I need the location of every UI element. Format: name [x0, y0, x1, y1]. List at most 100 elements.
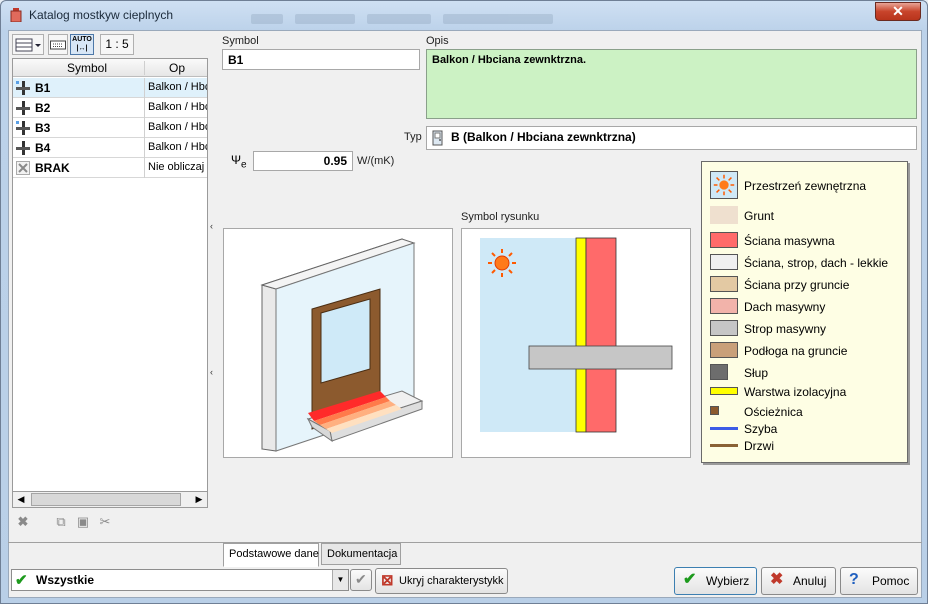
- psi-subscript: e: [241, 159, 247, 171]
- legend-swatch: [710, 387, 738, 395]
- title-bar: Katalog mostkyw cieplnych ✕: [1, 1, 927, 29]
- keyboard-button[interactable]: [48, 34, 68, 55]
- cut-icon[interactable]: ✂: [96, 513, 114, 531]
- row-symbol: B3: [35, 121, 51, 135]
- legend-label: Ościeżnica: [744, 405, 803, 419]
- column-header-symbol[interactable]: Symbol: [33, 61, 141, 75]
- legend-swatch: [710, 206, 738, 224]
- background-window-tabs: [251, 13, 681, 27]
- opis-field[interactable]: Balkon / Hbciana zewnktrzna.: [426, 49, 917, 119]
- filter-value: Wszystkie: [36, 573, 95, 587]
- legend-swatch: [710, 406, 719, 415]
- cancel-button[interactable]: ✖ Anuluj: [761, 567, 836, 595]
- typ-label: Typ: [404, 131, 422, 143]
- filter-combobox[interactable]: ✔ Wszystkie ▼: [11, 569, 349, 591]
- chevron-down-icon[interactable]: ▼: [332, 570, 348, 590]
- thermal-bridge-icon: [16, 101, 30, 115]
- row-description: Balkon / Hbc: [144, 138, 207, 158]
- thermal-bridge-icon: [16, 81, 30, 95]
- balcony-3d-illustration: [223, 228, 453, 458]
- tab-basic-data[interactable]: Podstawowe dane: [223, 543, 319, 567]
- typ-field[interactable]: B (Balkon / Hbciana zewnktrzna): [426, 126, 917, 150]
- column-header-opis[interactable]: Op: [144, 61, 207, 75]
- tab-documentation[interactable]: Dokumentacja: [321, 543, 401, 565]
- opis-label: Opis: [426, 35, 449, 47]
- row-description: Balkon / Hbc: [144, 98, 207, 118]
- symbol-field[interactable]: B1: [222, 49, 420, 70]
- scroll-right-icon[interactable]: ▶: [191, 492, 207, 507]
- legend-label: Przestrzeń zewnętrzna: [744, 179, 867, 193]
- select-label: Wybierz: [706, 574, 750, 588]
- tab-divider: [8, 542, 922, 543]
- select-button[interactable]: ✔ Wybierz: [674, 567, 757, 595]
- legend-label: Dach masywny: [744, 300, 826, 314]
- typ-value: B (Balkon / Hbciana zewnktrzna): [451, 130, 636, 144]
- paste-icon[interactable]: ▣: [74, 513, 92, 531]
- table-row[interactable]: B4 Balkon / Hbc: [13, 138, 207, 158]
- row-description: Nie obliczaj: [144, 158, 207, 178]
- balcony-3d-drawing: [260, 238, 424, 452]
- psi-unit: W/(mK): [357, 155, 395, 167]
- table-row[interactable]: B2 Balkon / Hbc: [13, 98, 207, 118]
- scroll-left-icon[interactable]: ◀: [13, 492, 29, 507]
- drawing-label: Symbol rysunku: [461, 211, 540, 223]
- table-row[interactable]: BRAK Nie obliczaj: [13, 158, 207, 178]
- collapse-left-icon[interactable]: ‹: [210, 221, 213, 231]
- auto-fit-button[interactable]: AUTO |↔|: [70, 34, 94, 55]
- window-title: Katalog mostkyw cieplnych: [29, 8, 174, 22]
- table-view-icon: [15, 38, 41, 52]
- row-symbol: B2: [35, 101, 51, 115]
- check-icon: ✔: [683, 571, 697, 588]
- hide-chart-icon: ⊠: [381, 572, 394, 589]
- symbol-label: Symbol: [222, 35, 259, 47]
- row-symbol: B1: [35, 81, 51, 95]
- scroll-thumb[interactable]: [31, 493, 181, 506]
- help-icon: ?: [849, 571, 859, 588]
- legend-label: Ściana przy gruncie: [744, 278, 850, 292]
- psi-label: Ψe: [231, 153, 247, 170]
- legend-label: Podłoga na gruncie: [744, 344, 848, 358]
- symbol-drawing: [461, 228, 691, 458]
- cross-icon: [16, 161, 30, 175]
- list-header: Symbol Op: [13, 59, 207, 77]
- check-icon: ✔: [15, 572, 28, 589]
- view-menu-button[interactable]: [12, 34, 44, 55]
- row-description: Balkon / Hbc: [144, 118, 207, 138]
- table-row[interactable]: B1 Balkon / Hbc: [13, 78, 207, 98]
- door-type-icon: [432, 130, 443, 146]
- fit-width-icon: |↔|: [76, 45, 88, 52]
- legend-swatch: [710, 342, 738, 358]
- apply-filter-button[interactable]: ✔: [350, 569, 372, 591]
- horizontal-scrollbar[interactable]: ◀ ▶: [12, 491, 208, 508]
- legend-label: Grunt: [744, 209, 775, 223]
- thermal-bridge-icon: [16, 121, 30, 135]
- table-row[interactable]: B3 Balkon / Hbc: [13, 118, 207, 138]
- legend-swatch: [710, 364, 728, 380]
- close-icon: ✖: [770, 571, 784, 588]
- hide-characteristics-button[interactable]: ⊠ Ukryj charakterystykk: [375, 568, 508, 594]
- delete-icon[interactable]: ✖: [14, 513, 32, 531]
- help-button[interactable]: ? Pomoc: [840, 567, 918, 595]
- scale-button[interactable]: 1 : 5: [100, 34, 134, 55]
- hide-characteristics-label: Ukryj charakterystykk: [399, 575, 504, 587]
- row-description: Balkon / Hbc: [144, 78, 207, 98]
- legend-swatch: [710, 276, 738, 292]
- legend-swatch: [710, 232, 738, 248]
- legend-swatch: [710, 254, 738, 270]
- bridge-list: Symbol Op B1 Balkon / Hbc B2 Balkon / Hb…: [12, 58, 208, 508]
- psi-symbol: Ψ: [231, 153, 242, 167]
- legend-swatch: [710, 298, 738, 314]
- legend-label: Słup: [744, 366, 769, 380]
- psi-value-field[interactable]: 0.95: [253, 151, 353, 171]
- sun-icon: [710, 171, 738, 199]
- close-button[interactable]: ✕: [875, 2, 921, 21]
- thermal-bridge-icon: [16, 141, 30, 155]
- collapse-left-icon[interactable]: ‹: [210, 367, 213, 377]
- legend-label: Ściana, strop, dach - lekkie: [744, 256, 889, 270]
- check-icon: ✔: [355, 571, 367, 587]
- legend-label: Warstwa izolacyjna: [744, 385, 847, 399]
- copy-icon[interactable]: ⧉: [52, 513, 70, 531]
- legend-label: Ściana masywna: [744, 234, 835, 248]
- legend-label: Strop masywny: [744, 322, 827, 336]
- panel-splitter[interactable]: ‹ ‹: [210, 221, 218, 381]
